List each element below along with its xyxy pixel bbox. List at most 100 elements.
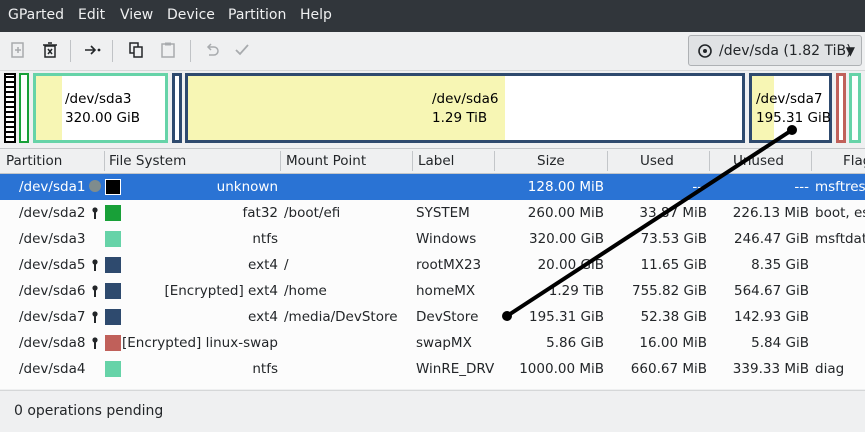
cell-partition: /dev/sda2 [19, 205, 86, 221]
cell-size: 1.29 TiB [548, 283, 604, 299]
menu-device[interactable]: Device [167, 7, 215, 23]
delete-partition-button[interactable] [36, 36, 64, 64]
fs-color-swatch [105, 205, 121, 221]
map-block-sda5[interactable] [172, 73, 182, 143]
column-separator[interactable] [811, 151, 812, 171]
device-selector-label: /dev/sda (1.82 TiB) [719, 42, 852, 59]
fs-color-swatch [105, 283, 121, 299]
cell-file-system: [Encrypted] ext4 [164, 283, 278, 299]
copy-button[interactable] [122, 36, 150, 64]
paste-button[interactable] [154, 36, 182, 64]
table-row[interactable]: /dev/sda1 unknown 128.00 MiB --- --- msftres [0, 174, 865, 200]
undo-icon [206, 43, 219, 56]
map-block-sda8[interactable] [836, 73, 846, 143]
cell-unused: 339.33 MiB [732, 361, 809, 377]
copy-icon [129, 42, 143, 58]
column-separator[interactable] [607, 151, 608, 171]
lock-icon [92, 285, 98, 297]
cell-unused: 246.47 GiB [733, 231, 809, 247]
column-separator[interactable] [412, 151, 413, 171]
cell-size: 320.00 GiB [528, 231, 604, 247]
warning-icon [89, 180, 101, 192]
table-row[interactable]: /dev/sda2 fat32/boot/efi SYSTEM 260.00 MiB 3… [0, 200, 865, 226]
delete-icon [43, 42, 57, 58]
map-block-sda2[interactable] [19, 73, 29, 143]
cell-mount-point: /boot/efi [284, 205, 341, 221]
col-size[interactable]: Size [537, 153, 565, 169]
resize-move-icon [85, 45, 101, 55]
device-selector[interactable]: /dev/sda (1.82 TiB) ▼ [688, 35, 862, 66]
cell-partition: /dev/sda1 [19, 179, 86, 195]
cell-file-system: ntfs [252, 361, 278, 377]
col-used[interactable]: Used [640, 153, 674, 169]
toolbar: /dev/sda (1.82 TiB) ▼ [0, 32, 865, 71]
cell-partition: /dev/sda3 [19, 231, 86, 247]
col-mount-point[interactable]: Mount Point [286, 153, 366, 169]
cell-file-system: [Encrypted] linux-swap [121, 335, 278, 351]
fs-color-swatch [105, 335, 121, 351]
cell-label: SYSTEM [416, 205, 470, 221]
resize-move-button[interactable] [78, 36, 106, 64]
fs-color-swatch [105, 361, 121, 377]
col-unused[interactable]: Unused [733, 153, 784, 169]
undo-button[interactable] [198, 36, 226, 64]
fs-color-swatch [105, 309, 121, 325]
cell-size: 260.00 MiB [527, 205, 604, 221]
map-block-sda7[interactable] [749, 73, 832, 143]
cell-partition: /dev/sda7 [19, 309, 86, 325]
cell-label: WinRE_DRV [416, 361, 495, 377]
table-row[interactable]: /dev/sda7 ext4/media/DevStore DevStore 195.… [0, 304, 865, 330]
menu-view[interactable]: View [120, 7, 153, 23]
col-partition[interactable]: Partition [6, 153, 62, 169]
cell-used: 52.38 GiB [640, 309, 707, 325]
menu-partition[interactable]: Partition [228, 7, 286, 23]
map-block-sda3[interactable] [33, 73, 168, 143]
table-row[interactable]: /dev/sda8 [Encrypted] linux-swap swapMX 5.8… [0, 330, 865, 356]
status-text: 0 operations pending [14, 403, 164, 419]
menu-gparted[interactable]: GParted [8, 7, 64, 23]
map-sda7-size: 195.31 GiB [756, 110, 832, 126]
menu-help[interactable]: Help [300, 7, 332, 23]
column-separator[interactable] [494, 151, 495, 171]
cell-partition: /dev/sda4 [19, 361, 86, 377]
col-label[interactable]: Label [418, 153, 454, 169]
disk-icon [698, 43, 712, 58]
table-row[interactable]: /dev/sda4 ntfs WinRE_DRV 1000.00 MiB 660.67 … [0, 356, 865, 382]
cell-unused: 226.13 MiB [732, 205, 809, 221]
cell-partition: /dev/sda6 [19, 283, 86, 299]
lock-icon [92, 311, 98, 323]
map-block-sda4[interactable] [849, 73, 861, 143]
cell-label: DevStore [416, 309, 479, 325]
table-row[interactable]: /dev/sda3 ntfs Windows 320.00 GiB 73.53 GiB 2… [0, 226, 865, 252]
fs-color-swatch [105, 179, 121, 195]
column-separator[interactable] [709, 151, 710, 171]
paste-icon [161, 42, 175, 58]
table-row[interactable]: /dev/sda6 [Encrypted] ext4/home homeMX 1.29… [0, 278, 865, 304]
map-sda7-name: /dev/sda7 [756, 91, 823, 107]
cell-unused: 564.67 GiB [733, 283, 809, 299]
new-partition-button[interactable] [4, 36, 32, 64]
cell-unused: 5.84 GiB [751, 335, 809, 351]
apply-button[interactable] [228, 36, 256, 64]
map-block-sda6[interactable] [185, 73, 745, 143]
cell-unused: 8.35 GiB [751, 257, 809, 273]
column-separator[interactable] [104, 151, 105, 171]
cell-size: 128.00 MiB [527, 179, 604, 195]
new-icon [11, 42, 24, 58]
cell-label: swapMX [416, 335, 472, 351]
menu-edit[interactable]: Edit [78, 7, 105, 23]
cell-flags: msftdata [815, 231, 865, 247]
map-block-sda1[interactable] [4, 73, 16, 143]
table-row[interactable]: /dev/sda5 ext4 / rootMX23 20.00 GiB 11.65 GiB… [0, 252, 865, 278]
cell-used: 755.82 GiB [631, 283, 707, 299]
col-flags[interactable]: Flags [843, 153, 865, 169]
col-file-system[interactable]: File System [109, 153, 186, 169]
cell-unused: --- [794, 179, 809, 195]
partition-map: /dev/sda3 320.00 GiB /dev/sda6 1.29 TiB … [0, 71, 865, 147]
toolbar-separator [112, 40, 113, 62]
fs-color-swatch [105, 231, 121, 247]
column-separator[interactable] [280, 151, 281, 171]
lock-icon [92, 337, 98, 349]
cell-flags: boot, esp [815, 205, 865, 221]
cell-partition: /dev/sda5 [19, 257, 86, 273]
